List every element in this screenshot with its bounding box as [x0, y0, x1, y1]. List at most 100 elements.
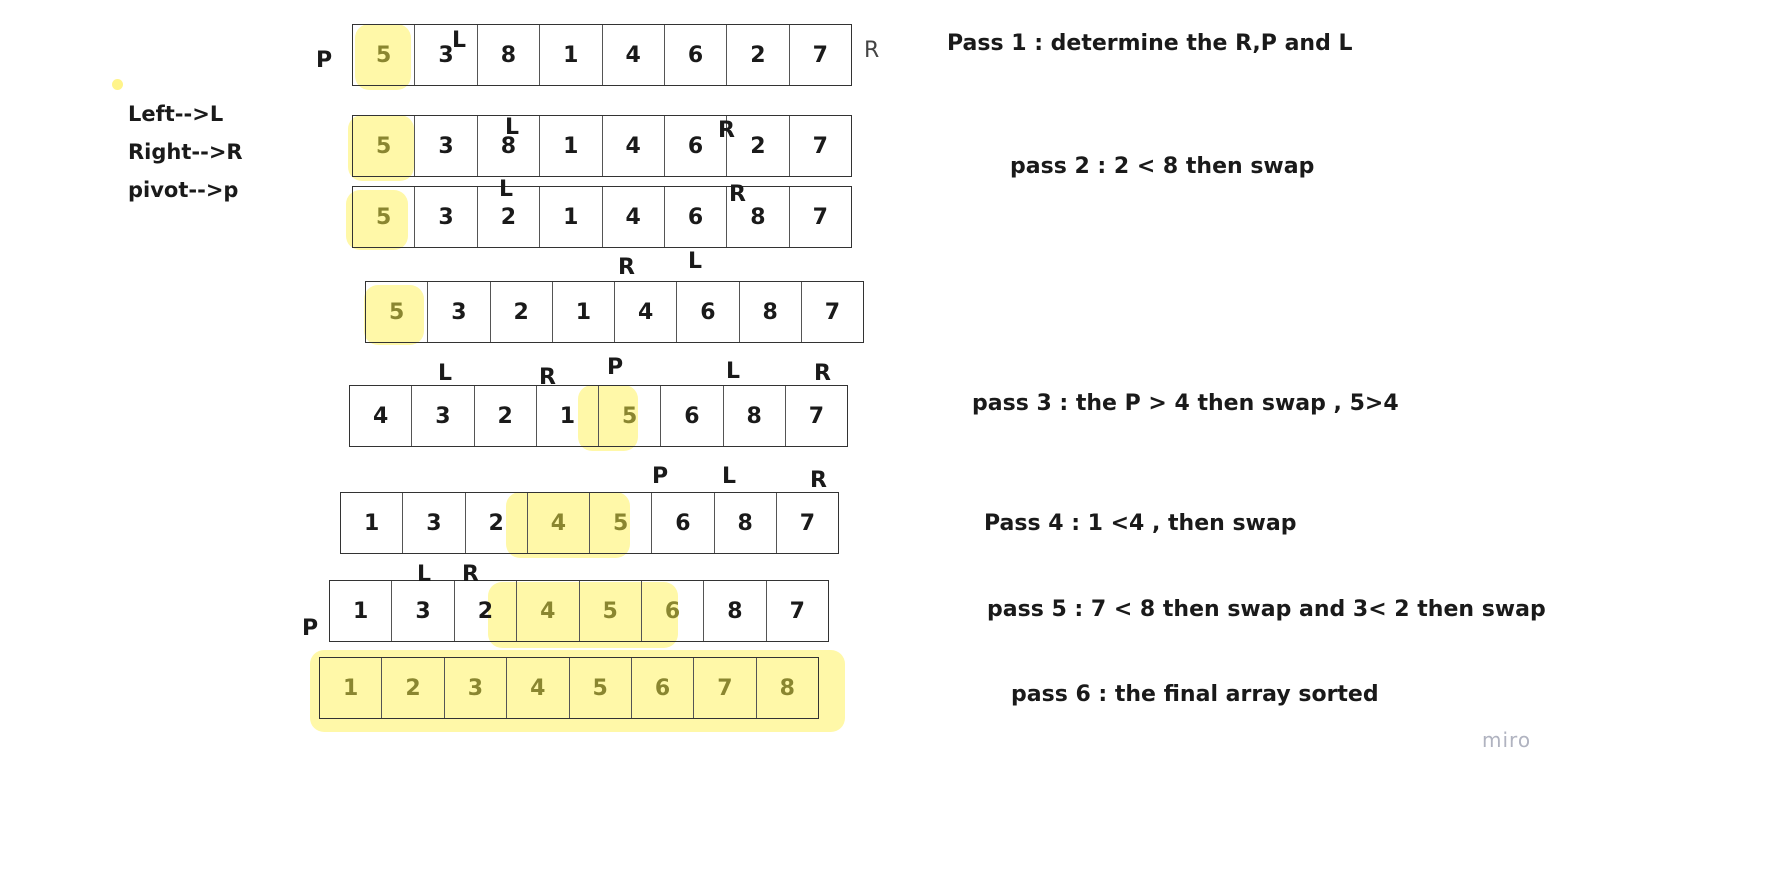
array-cell: 8 — [722, 386, 785, 446]
array-cell: 6 — [663, 187, 726, 247]
array-cell: 4 — [601, 187, 664, 247]
marker-right: R — [618, 255, 635, 280]
marker-pivot: P — [302, 616, 319, 641]
array-row-3: 53214687 — [352, 186, 852, 248]
array-cell: 3 — [411, 386, 473, 446]
array-cell: 4 — [601, 116, 664, 176]
array-cell: 1 — [551, 282, 614, 342]
array-cell: 3 — [414, 25, 476, 85]
marker-pivot: P — [316, 48, 333, 73]
array-cell: 6 — [663, 25, 726, 85]
note-pass-2: pass 2 : 2 < 8 then swap — [1010, 154, 1315, 179]
array-cell: 7 — [800, 282, 863, 342]
array-cell: 6 — [663, 116, 726, 176]
marker-left: L — [452, 28, 467, 53]
array-cell: 1 — [343, 675, 359, 701]
array-cell: 4 — [601, 25, 664, 85]
note-pass-4: Pass 4 : 1 <4 , then swap — [984, 511, 1297, 536]
array-cell: 3 — [427, 282, 489, 342]
array-row-7: 13245687 — [329, 580, 829, 642]
array-cell: 7 — [788, 116, 851, 176]
array-row-8: 12345678 — [319, 657, 819, 719]
array-cell: 3 — [402, 493, 464, 553]
array-cell: 8 — [738, 282, 801, 342]
array-cell: 1 — [539, 25, 601, 85]
array-row-2: 53814627 — [352, 115, 852, 177]
marker-right: R — [539, 365, 556, 390]
note-pass-6: pass 6 : the final array sorted — [1011, 682, 1379, 707]
note-pass-1: Pass 1 : determine the R,P and L — [947, 31, 1353, 56]
miro-logo: miro — [1482, 728, 1532, 752]
marker-right: R — [814, 361, 831, 386]
array-cell: 8 — [713, 493, 776, 553]
array-row-6: 13245687 — [340, 492, 839, 554]
array-cell: 5 — [376, 133, 392, 159]
array-cell: 1 — [363, 510, 380, 536]
array-row-5: 43215687 — [349, 385, 848, 447]
array-cell: 7 — [788, 25, 851, 85]
array-cell: 2 — [726, 116, 788, 176]
array-cell: 5 — [589, 493, 651, 553]
array-cell: 1 — [539, 187, 601, 247]
array-row-1: 53814627 — [352, 24, 852, 86]
array-cell: 6 — [630, 658, 693, 718]
array-cell: 2 — [473, 386, 536, 446]
marker-left: L — [688, 249, 703, 274]
marker-pivot: P — [607, 355, 624, 380]
legend-pivot: pivot-->p — [128, 178, 239, 202]
array-cell: 2 — [464, 493, 527, 553]
array-row-4: 53214687 — [365, 281, 864, 343]
marker-right: R — [864, 38, 880, 63]
marker-left: L — [417, 562, 432, 587]
array-cell: 2 — [381, 658, 443, 718]
array-cell: 4 — [506, 658, 568, 718]
array-cell: 6 — [640, 581, 703, 641]
marker-pivot: P — [652, 464, 669, 489]
marker-left: L — [722, 464, 737, 489]
array-cell: 7 — [765, 581, 828, 641]
array-cell: 8 — [476, 25, 539, 85]
array-cell: 1 — [539, 116, 601, 176]
marker-right: R — [729, 182, 746, 207]
marker-left: L — [505, 115, 520, 140]
array-cell: 6 — [676, 282, 738, 342]
legend: Left-->L Right-->R pivot-->p — [128, 95, 243, 209]
array-cell: 2 — [453, 581, 516, 641]
array-cell: 2 — [489, 282, 552, 342]
array-cell: 3 — [414, 187, 476, 247]
array-cell: 4 — [614, 282, 676, 342]
array-cell: 3 — [443, 658, 506, 718]
array-cell: 3 — [391, 581, 453, 641]
array-cell: 2 — [726, 25, 788, 85]
array-cell: 5 — [568, 658, 631, 718]
array-cell: 8 — [703, 581, 765, 641]
array-cell: 1 — [353, 598, 369, 624]
note-pass-5: pass 5 : 7 < 8 then swap and 3< 2 then s… — [987, 597, 1546, 622]
array-cell: 6 — [651, 493, 713, 553]
array-cell: 5 — [598, 386, 660, 446]
array-cell: 8 — [755, 658, 818, 718]
marker-left: L — [499, 177, 514, 202]
array-cell: 7 — [693, 658, 755, 718]
marker-right: R — [718, 118, 735, 143]
marker-right: R — [810, 468, 827, 493]
marker-left: L — [438, 361, 453, 386]
legend-left: Left-->L — [128, 102, 224, 126]
array-cell: 5 — [376, 42, 392, 68]
array-cell: 5 — [578, 581, 641, 641]
array-cell: 7 — [788, 187, 851, 247]
array-cell: 3 — [414, 116, 476, 176]
marker-right: R — [462, 562, 479, 587]
array-cell: 5 — [376, 204, 392, 230]
array-cell: 7 — [775, 493, 838, 553]
highlighter-dot — [112, 79, 123, 90]
array-cell: 1 — [535, 386, 598, 446]
array-cell: 5 — [388, 299, 405, 325]
marker-left: L — [726, 359, 741, 384]
array-cell: 6 — [660, 386, 722, 446]
legend-right: Right-->R — [128, 140, 243, 164]
array-cell: 7 — [784, 386, 847, 446]
array-cell: 4 — [526, 493, 589, 553]
array-cell: 4 — [516, 581, 578, 641]
array-cell: 4 — [372, 403, 389, 429]
